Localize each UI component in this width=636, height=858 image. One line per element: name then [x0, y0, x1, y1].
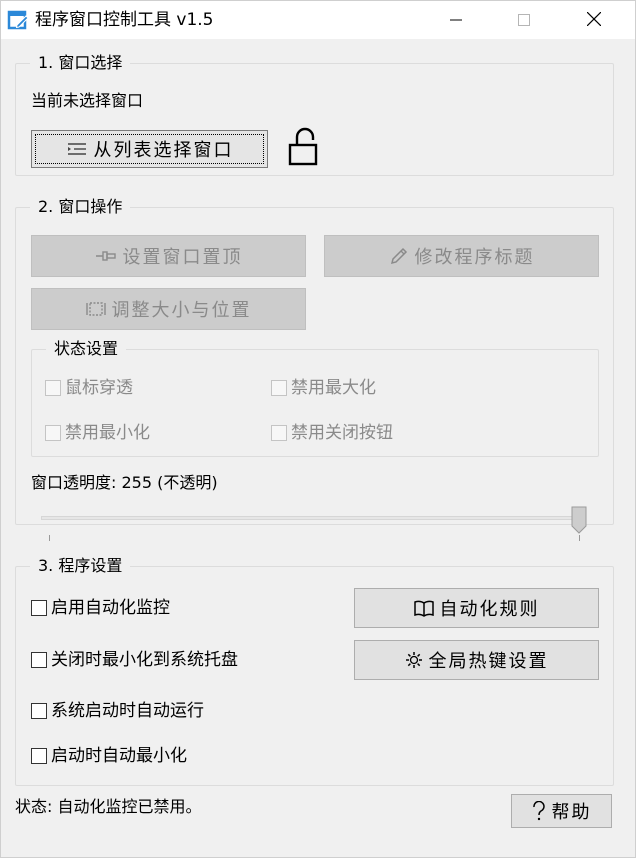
checkbox-box [271, 425, 287, 441]
program-settings-legend: 3. 程序设置 [30, 556, 131, 576]
close-button[interactable] [571, 1, 617, 39]
gear-icon [405, 651, 423, 669]
automation-rules-button[interactable]: 自动化规则 [354, 588, 599, 628]
checkbox-label: 启用自动化监控 [51, 598, 170, 618]
checkbox-box [31, 600, 47, 616]
global-hotkey-button-label: 全局热键设置 [428, 651, 549, 672]
automation-rules-button-label: 自动化规则 [439, 599, 540, 620]
checkbox-label: 系统启动时自动运行 [51, 701, 204, 721]
checkbox-label: 禁用关闭按钮 [291, 423, 393, 443]
mouse-passthrough-checkbox[interactable]: 鼠标穿透 [45, 378, 133, 398]
state-settings-legend: 状态设置 [46, 339, 127, 359]
checkbox-label: 禁用最大化 [291, 378, 376, 398]
checkbox-label: 关闭时最小化到系统托盘 [51, 650, 238, 670]
opacity-slider-thumb[interactable] [571, 506, 587, 534]
question-mark-icon [532, 801, 546, 821]
disable-minimize-checkbox[interactable]: 禁用最小化 [45, 423, 150, 443]
start-minimized-checkbox[interactable]: 启动时自动最小化 [31, 746, 187, 766]
maximize-icon [518, 11, 530, 30]
slider-tick-min [49, 535, 50, 541]
maximize-button[interactable] [501, 1, 547, 39]
rename-title-button[interactable]: 修改程序标题 [324, 235, 599, 277]
list-icon [66, 142, 88, 156]
minimize-button[interactable] [433, 1, 479, 39]
rename-title-button-label: 修改程序标题 [414, 247, 535, 268]
enable-automation-checkbox[interactable]: 启用自动化监控 [31, 598, 170, 618]
checkbox-box [45, 425, 61, 441]
disable-maximize-checkbox[interactable]: 禁用最大化 [271, 378, 376, 398]
checkbox-box [31, 703, 47, 719]
window-operations-legend: 2. 窗口操作 [30, 197, 131, 217]
opacity-label: 窗口透明度: 255 (不透明) [31, 473, 218, 492]
minimize-to-tray-checkbox[interactable]: 关闭时最小化到系统托盘 [31, 650, 238, 670]
checkbox-box [31, 748, 47, 764]
window-title: 程序窗口控制工具 v1.5 [35, 10, 214, 30]
select-window-button-label: 从列表选择窗口 [93, 140, 234, 161]
close-icon [586, 11, 602, 30]
set-topmost-button-label: 设置窗口置顶 [122, 247, 243, 268]
checkbox-label: 启动时自动最小化 [51, 746, 187, 766]
resize-position-button[interactable]: 调整大小与位置 [31, 288, 306, 330]
select-window-button[interactable]: 从列表选择窗口 [31, 130, 268, 168]
slider-tick-max [579, 535, 580, 541]
minimize-icon [450, 11, 462, 30]
checkbox-box [31, 652, 47, 668]
unlocked-padlock-icon[interactable] [287, 127, 319, 171]
help-button-label: 帮助 [551, 802, 592, 823]
help-button[interactable]: 帮助 [511, 794, 612, 828]
window-selection-legend: 1. 窗口选择 [30, 53, 131, 73]
disable-close-button-checkbox[interactable]: 禁用关闭按钮 [271, 423, 393, 443]
title-bar[interactable]: 程序窗口控制工具 v1.5 [1, 1, 635, 39]
run-on-startup-checkbox[interactable]: 系统启动时自动运行 [31, 701, 204, 721]
book-icon [413, 599, 434, 617]
current-window-text: 当前未选择窗口 [31, 91, 144, 110]
status-text: 状态: 自动化监控已禁用。 [15, 797, 202, 816]
checkbox-box [271, 380, 287, 396]
checkbox-label: 禁用最小化 [65, 423, 150, 443]
resize-frame-icon [85, 301, 106, 317]
resize-position-button-label: 调整大小与位置 [111, 300, 252, 321]
main-window: 程序窗口控制工具 v1.5 1. 窗口选择 当前未选择窗口 从列表选择窗口 2.… [0, 0, 636, 858]
checkbox-label: 鼠标穿透 [65, 378, 133, 398]
pencil-icon [389, 246, 409, 266]
set-topmost-button[interactable]: 设置窗口置顶 [31, 235, 306, 277]
app-window-pen-icon [7, 9, 29, 31]
checkbox-box [45, 380, 61, 396]
pin-icon [95, 249, 117, 263]
global-hotkey-button[interactable]: 全局热键设置 [354, 640, 599, 680]
opacity-slider-track[interactable] [41, 516, 585, 520]
